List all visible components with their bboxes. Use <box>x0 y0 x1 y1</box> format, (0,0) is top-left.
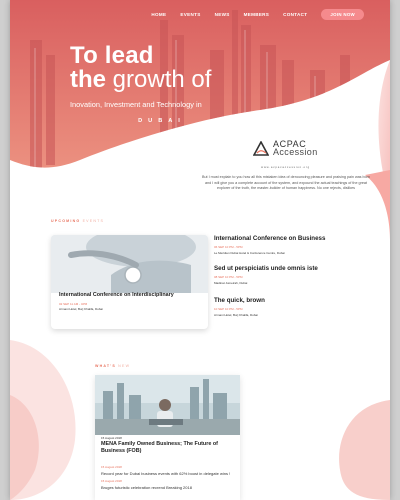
hero-heading-light: growth of <box>112 66 212 93</box>
nav-news[interactable]: NEWS <box>215 12 230 17</box>
hero-heading-line2: the growth of <box>70 66 211 94</box>
hero-subtitle: Inovation, Investment and Technology in <box>70 100 202 109</box>
whats-new-label-strong: WHAT'S <box>95 364 116 368</box>
upcoming-label-strong: UPCOMING <box>51 219 81 223</box>
brand-sub: Accession <box>273 147 318 157</box>
event-item[interactable]: The quick, brown 10 SEP 10 PM - 5PM Arma… <box>214 297 265 317</box>
featured-event-date: 02 SEP 11 AM - 4PM <box>59 302 88 306</box>
news-card: 15 August 2018 MENA Family Owned Busines… <box>95 375 240 500</box>
news-main-date: 15 August 2018 <box>101 436 122 440</box>
news-item-link[interactable]: Record year for Dubai business events wi… <box>101 471 230 476</box>
news-main-title[interactable]: MENA Family Owned Business; The Future o… <box>101 441 231 454</box>
brand-url: www.acpacaccession.org <box>261 165 311 169</box>
event-date: 06 SEP 10 PM - 5PM <box>214 245 243 249</box>
about-text: But I must explain to you how all this m… <box>202 175 370 191</box>
office-skyline-photo <box>95 375 240 435</box>
event-date: 08 SEP 10 PM - 5PM <box>214 275 243 279</box>
top-navigation: HOME EVENTS NEWS MEMBERS CONTACT JOIN NO… <box>151 9 364 20</box>
upcoming-events-label: UPCOMING EVENTS <box>51 219 104 223</box>
event-item[interactable]: International Conference on Business 06 … <box>214 235 325 255</box>
hero-city: DUBAI <box>138 118 186 124</box>
featured-event-title: International Conference on Interdiscipl… <box>59 292 174 298</box>
hero-heading-bold: the <box>70 66 106 93</box>
event-venue: Madinat Jumeirah, Dubai <box>214 281 248 285</box>
page: HOME EVENTS NEWS MEMBERS CONTACT JOIN NO… <box>10 0 390 500</box>
featured-event-venue: Armani Hotel, Burj Khalifa, Dubai <box>59 307 103 311</box>
handshake-photo <box>51 235 208 293</box>
event-title: International Conference on Business <box>214 235 326 242</box>
nav-events[interactable]: EVENTS <box>180 12 200 17</box>
featured-event-card[interactable]: International Conference on Interdiscipl… <box>51 235 208 329</box>
event-venue: Le Meridien Dubai Hotel & Conference Cen… <box>214 251 285 255</box>
join-now-button[interactable]: JOIN NOW <box>321 9 364 20</box>
event-title: The quick, brown <box>214 297 265 304</box>
event-date: 10 SEP 10 PM - 5PM <box>214 307 243 311</box>
brand-logo[interactable]: ACPAC Accession <box>253 140 318 157</box>
nav-contact[interactable]: CONTACT <box>283 12 307 17</box>
whats-new-label: WHAT'S NEW <box>95 364 130 368</box>
news-item-date: 15 August 2018 <box>101 479 122 483</box>
news-item-link[interactable]: Bruges futuristic celebration recrend Br… <box>101 485 192 490</box>
upcoming-label-muted: EVENTS <box>82 219 105 223</box>
event-venue: Armani Hotel, Burj Khalifa, Dubai <box>214 313 258 317</box>
event-item[interactable]: Sed ut perspiciatis unde omnis iste 08 S… <box>214 265 318 285</box>
nav-home[interactable]: HOME <box>151 12 166 17</box>
nav-members[interactable]: MEMBERS <box>244 12 270 17</box>
whats-new-label-muted: NEW <box>118 364 131 368</box>
triangle-logo-icon <box>253 140 269 156</box>
news-item-date: 15 August 2018 <box>101 465 122 469</box>
event-title: Sed ut perspiciatis unde omnis iste <box>214 265 318 272</box>
